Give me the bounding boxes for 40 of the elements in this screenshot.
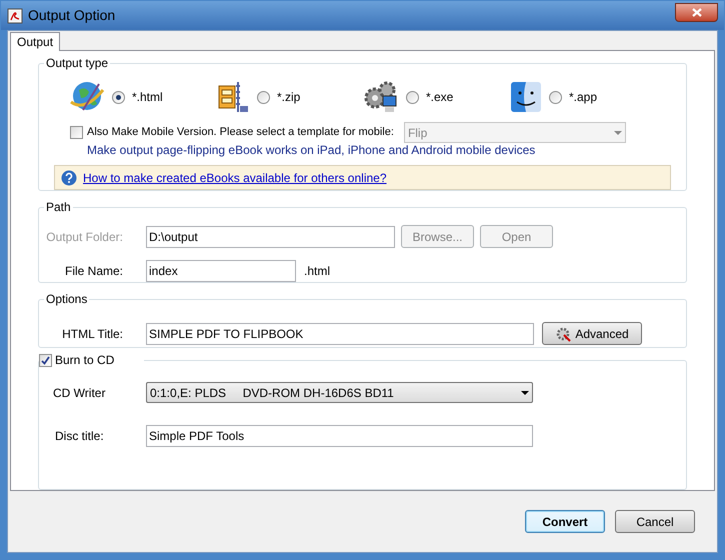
archive-icon (216, 80, 250, 114)
finder-face-icon (510, 81, 542, 113)
file-name-field[interactable]: index (146, 260, 296, 282)
radio-button[interactable] (257, 90, 270, 104)
radio-button[interactable] (112, 90, 125, 104)
tab[interactable]: Output (10, 32, 60, 51)
help-icon (61, 170, 77, 186)
checkbox-label: Also Make Mobile Version. Please select a template for mobile: (87, 125, 394, 140)
field-label: HTML Title: (61, 326, 123, 342)
cancel-button[interactable]: Cancel (615, 510, 695, 533)
checkbox-label: Burn to CD (55, 352, 114, 369)
help-link[interactable]: How to make created eBooks available for others online? (83, 168, 387, 186)
radio-label: *.zip (277, 89, 300, 106)
radio-label: *.exe (426, 89, 454, 106)
gears-icon (363, 80, 399, 114)
radio-label: *.html (132, 89, 163, 106)
radio-button[interactable] (406, 90, 419, 104)
window-title: Output Option (28, 6, 116, 25)
dropdown-arrow-icon (521, 390, 529, 394)
field-label: Output Folder: (45, 228, 123, 246)
close-icon (692, 8, 702, 17)
radio-button[interactable] (549, 90, 562, 104)
checkbox[interactable] (39, 354, 52, 366)
cd-writer-dropdown[interactable]: 0:1:0,E: PLDS DVD-ROM DH-16D6S BD11 (146, 382, 533, 403)
field-label: Disc title: (54, 428, 105, 445)
disc-title-field[interactable]: Simple PDF Tools (146, 425, 533, 447)
dropdown-arrow-icon (614, 130, 622, 134)
gear-icon (555, 326, 572, 342)
group-title: Options (44, 291, 90, 307)
checkbox[interactable] (70, 126, 83, 139)
field-label: File Name: (64, 263, 123, 280)
convert-button[interactable]: Convert (525, 510, 605, 533)
field-label: CD Writer (52, 384, 106, 402)
app-icon (7, 8, 23, 24)
mobile-note: Make output page-flipping eBook works on iPad, iPhone and Android mobile devices (86, 143, 536, 157)
html-title-field[interactable]: SIMPLE PDF TO FLIPBOOK (146, 322, 534, 344)
radio-label: *.app (569, 89, 598, 106)
advanced-button[interactable]: Advanced (542, 322, 642, 345)
close-button[interactable] (675, 3, 718, 22)
file-extension: .html (304, 263, 330, 280)
